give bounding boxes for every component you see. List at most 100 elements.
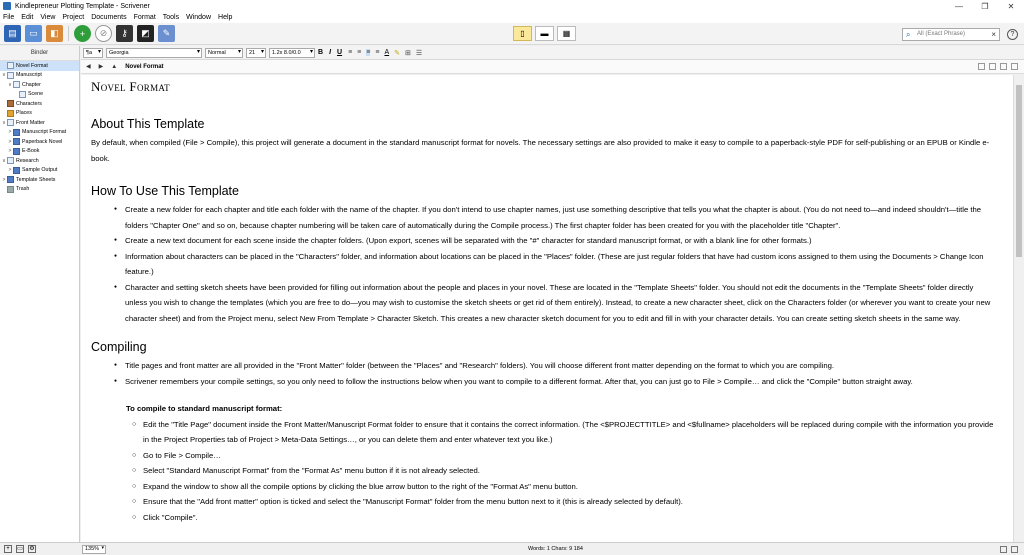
outline-view-icon[interactable]: ▦ xyxy=(557,26,576,41)
binder-item[interactable]: > Paperback Novel xyxy=(0,137,79,147)
list-item: Expand the window to show all the compil… xyxy=(91,479,1013,495)
minimize-button[interactable]: — xyxy=(946,2,972,11)
places-icon xyxy=(7,109,14,117)
menu-edit[interactable]: Edit xyxy=(21,14,33,21)
close-split-icon[interactable] xyxy=(1011,63,1018,70)
target-icon[interactable] xyxy=(1000,545,1007,553)
compiling-list: Title pages and front matter are all pro… xyxy=(91,358,1013,389)
table-icon[interactable]: ⊞ xyxy=(405,49,411,57)
section-heading-howto: How To Use This Template xyxy=(91,184,239,198)
zoom-select[interactable]: 135% xyxy=(82,544,106,554)
view-mode-group: ▯ ▬ ▦ xyxy=(513,26,579,41)
binder-item[interactable]: ∨ Front Matter xyxy=(0,118,79,128)
menu-project[interactable]: Project xyxy=(62,14,84,21)
editor-header: ◀ ▶ ▲ Novel Format xyxy=(81,60,1024,74)
text-color-icon[interactable]: A xyxy=(384,49,389,56)
binder-list: Novel Format ∨ Manuscript ∨ Chapter Scene Char… xyxy=(0,61,79,194)
bookmark-icon[interactable] xyxy=(978,63,985,70)
binder-header: Binder xyxy=(0,46,79,61)
font-size-select[interactable]: 21 xyxy=(246,47,266,58)
menu-help[interactable]: Help xyxy=(218,14,232,21)
underline-button[interactable]: U xyxy=(337,49,342,56)
compile-steps-list: Edit the "Title Page" document inside th… xyxy=(91,417,1013,526)
binder-item[interactable]: > Sample Output xyxy=(0,166,79,176)
delete-icon[interactable]: ⊘ xyxy=(95,25,112,42)
scroll-thumb[interactable] xyxy=(1016,85,1022,257)
list-item: Click "Compile". xyxy=(91,510,1013,526)
align-right-icon[interactable]: ≡ xyxy=(375,49,379,56)
binder-item-label: Manuscript Format xyxy=(22,129,67,136)
document-icon: ▲ xyxy=(111,63,118,70)
list-item: Scrivener remembers your compile setting… xyxy=(91,374,1013,390)
restore-button[interactable]: ❐ xyxy=(972,2,998,11)
search-input[interactable]: ⌕ All (Exact Phrase) × xyxy=(902,28,1000,41)
add-binder-item-icon[interactable]: + xyxy=(4,545,12,553)
binder-item[interactable]: ∨ Chapter xyxy=(0,80,79,90)
font-select[interactable]: Georgia xyxy=(106,47,202,58)
binder-item[interactable]: Places xyxy=(0,109,79,119)
editor-scrollbar[interactable] xyxy=(1013,75,1024,542)
menu-documents[interactable]: Documents xyxy=(91,14,126,21)
folder-icon xyxy=(13,147,20,155)
menu-format[interactable]: Format xyxy=(134,14,156,21)
italic-button[interactable]: I xyxy=(329,49,331,56)
add-folder-icon[interactable]: ▭ xyxy=(16,545,24,553)
binder-toggle-icon[interactable]: ▤ xyxy=(4,25,21,42)
binder-item[interactable]: > Manuscript Format xyxy=(0,128,79,138)
settings-gear-icon[interactable]: ⚙ xyxy=(28,545,36,553)
menu-file[interactable]: File xyxy=(3,14,14,21)
binder-item[interactable]: Characters xyxy=(0,99,79,109)
forward-button[interactable]: ▶ xyxy=(99,63,104,70)
binder-item[interactable]: ∨ Research xyxy=(0,156,79,166)
scrivenings-view-icon[interactable]: ▯ xyxy=(513,26,532,41)
search-placeholder: All (Exact Phrase) xyxy=(917,31,966,37)
back-button[interactable]: ◀ xyxy=(86,63,91,70)
binder-item-label: Front Matter xyxy=(16,119,45,126)
paragraph-style-select[interactable]: ¶a xyxy=(83,47,103,58)
menu-view[interactable]: View xyxy=(40,14,55,21)
split-vertical-icon[interactable] xyxy=(989,63,996,70)
doc-icon xyxy=(7,157,14,165)
line-spacing-select[interactable]: 1.2x 8.0/0.0 xyxy=(269,47,315,58)
help-icon[interactable]: ? xyxy=(1007,29,1018,40)
comments-icon[interactable] xyxy=(1011,545,1018,553)
list-item: Edit the "Title Page" document inside th… xyxy=(91,417,1013,448)
chars-icon xyxy=(7,100,14,108)
menu-window[interactable]: Window xyxy=(186,14,211,21)
list-item: Create a new folder for each chapter and… xyxy=(91,202,1013,233)
compose-icon[interactable]: ◩ xyxy=(137,25,154,42)
binder-item-label: Template Sheets xyxy=(16,176,56,183)
font-weight-select[interactable]: Normal xyxy=(205,47,243,58)
binder-item[interactable]: Trash xyxy=(0,185,79,195)
editor-content[interactable]: Novel Format About This Template By defa… xyxy=(81,75,1013,542)
corkboard-view-icon[interactable]: ▬ xyxy=(535,26,554,41)
binder-item-label: Trash xyxy=(16,186,30,193)
key-icon[interactable]: ⚷ xyxy=(116,25,133,42)
binder-item[interactable]: Scene xyxy=(0,90,79,100)
binder-item[interactable]: > Template Sheets xyxy=(0,175,79,185)
folder-icon xyxy=(13,128,20,136)
folder-icon xyxy=(13,166,20,174)
align-justify-icon[interactable]: ≡ xyxy=(366,49,371,56)
bold-button[interactable]: B xyxy=(318,49,323,56)
binder-item[interactable]: Novel Format xyxy=(0,61,79,71)
list-item: Create a new text document for each scen… xyxy=(91,233,1013,249)
binder-item[interactable]: ∨ Manuscript xyxy=(0,71,79,81)
split-horizontal-icon[interactable] xyxy=(1000,63,1007,70)
add-document-icon[interactable]: + xyxy=(74,25,91,42)
close-button[interactable]: ✕ xyxy=(998,2,1024,11)
collections-icon[interactable]: ▭ xyxy=(25,25,42,42)
binder-item-label: Characters xyxy=(16,100,42,107)
compile-icon[interactable]: ✎ xyxy=(158,25,175,42)
format-bar: ¶a Georgia Normal 21 1.2x 8.0/0.0 B I U … xyxy=(81,46,1024,60)
inspector-icon[interactable]: ◧ xyxy=(46,25,63,42)
list-icon[interactable]: ☰ xyxy=(416,49,422,57)
highlight-icon[interactable]: ✎ xyxy=(394,49,400,57)
binder-item[interactable]: > E-Book xyxy=(0,147,79,157)
clear-search-icon[interactable]: × xyxy=(991,29,996,40)
howto-list: Create a new folder for each chapter and… xyxy=(91,202,1013,326)
align-left-icon[interactable]: ≡ xyxy=(348,49,352,56)
doc-icon xyxy=(13,81,20,89)
menu-tools[interactable]: Tools xyxy=(163,14,179,21)
align-center-icon[interactable]: ≡ xyxy=(357,49,361,56)
